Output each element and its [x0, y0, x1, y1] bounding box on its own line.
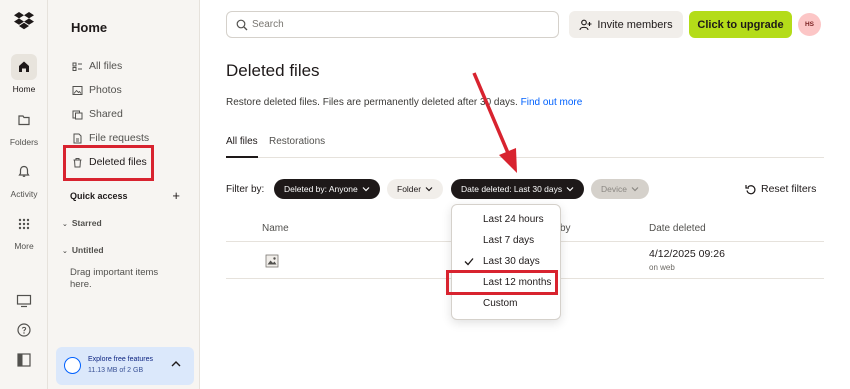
- untitled-label: Untitled: [71, 245, 104, 255]
- sidebar-item-label: Deleted files: [89, 156, 147, 168]
- option-last-30-days[interactable]: Last 30 days: [452, 251, 560, 272]
- shared-icon: [72, 110, 83, 119]
- sidebar: Home All files Photos Shared File reques…: [48, 0, 200, 389]
- invite-members-button[interactable]: Invite members: [569, 11, 683, 38]
- sidebar-item-shared[interactable]: Shared: [72, 108, 123, 120]
- option-last-7-days[interactable]: Last 7 days: [452, 230, 560, 251]
- starred-label: Starred: [71, 218, 102, 228]
- reset-filters-button[interactable]: Reset filters: [745, 183, 816, 195]
- sidebar-item-all-files[interactable]: All files: [72, 60, 122, 72]
- deleted-by-label: Deleted by: Anyone: [284, 184, 358, 194]
- sidebar-item-label: Shared: [89, 108, 123, 120]
- check-icon: [464, 258, 474, 266]
- row-date-source: on web: [649, 263, 675, 272]
- help-icon[interactable]: [16, 322, 32, 338]
- grid-icon: [11, 211, 37, 237]
- sidebar-item-deleted-files[interactable]: Deleted files: [72, 156, 147, 168]
- chevron-down-icon: [631, 187, 639, 192]
- starred-group[interactable]: ⌄ Starred: [62, 218, 102, 228]
- chevron-down-icon: ⌄: [62, 248, 68, 255]
- photos-icon: [72, 85, 83, 95]
- add-person-icon: [579, 19, 592, 30]
- rail-home[interactable]: Home: [0, 54, 48, 94]
- storage-usage: 11.13 MB of 2 GB: [88, 367, 144, 374]
- tab-bar: All files Restorations: [226, 136, 824, 158]
- description-text: Restore deleted files. Files are permane…: [226, 97, 518, 108]
- device-filter-label: Device: [601, 184, 627, 194]
- deleted-by-filter[interactable]: Deleted by: Anyone: [274, 179, 380, 199]
- upgrade-button[interactable]: Click to upgrade: [689, 11, 792, 38]
- tab-all-files[interactable]: All files: [226, 136, 258, 158]
- find-out-more-link[interactable]: Find out more: [521, 97, 583, 108]
- folder-filter-label: Folder: [397, 184, 422, 194]
- chevron-down-icon: [362, 187, 370, 192]
- search-icon: [236, 19, 248, 31]
- sidebar-item-label: Photos: [89, 84, 122, 96]
- quick-access-add-button[interactable]: +: [172, 188, 180, 203]
- option-last-12-months[interactable]: Last 12 months: [452, 272, 560, 293]
- rail-more-label: More: [14, 241, 34, 251]
- quick-access-label: Quick access: [70, 191, 128, 201]
- sidebar-title: Home: [71, 20, 108, 35]
- reset-icon: [745, 184, 756, 194]
- date-deleted-filter[interactable]: Date deleted: Last 30 days: [451, 179, 585, 199]
- date-deleted-dropdown: Last 24 hours Last 7 days Last 30 days L…: [451, 204, 561, 320]
- file-requests-icon: [73, 133, 82, 143]
- app-window: Home Folders Activity More Home All file…: [0, 0, 850, 389]
- column-header-date-deleted[interactable]: Date deleted: [649, 223, 706, 234]
- page-description: Restore deleted files. Files are permane…: [226, 97, 582, 108]
- chevron-down-icon: ⌄: [62, 221, 68, 228]
- rail-home-label: Home: [12, 84, 36, 94]
- chevron-up-icon[interactable]: [170, 359, 182, 369]
- avatar[interactable]: HS: [798, 13, 821, 36]
- row-date-deleted: 4/12/2025 09:26: [649, 248, 725, 260]
- option-custom[interactable]: Custom: [452, 293, 560, 314]
- sidebar-item-file-requests[interactable]: File requests: [72, 132, 149, 144]
- dropbox-logo-icon[interactable]: [13, 12, 35, 31]
- panel-icon[interactable]: [16, 352, 32, 368]
- untitled-group[interactable]: ⌄ Untitled: [62, 245, 104, 255]
- chevron-down-icon: [566, 187, 574, 192]
- rail-activity[interactable]: Activity: [0, 159, 48, 199]
- page-title: Deleted files: [226, 61, 320, 80]
- rail-more[interactable]: More: [0, 211, 48, 251]
- home-icon: [11, 54, 37, 80]
- left-rail: Home Folders Activity More: [0, 0, 48, 389]
- option-last-24-hours[interactable]: Last 24 hours: [452, 209, 560, 230]
- rail-folders[interactable]: Folders: [0, 107, 48, 147]
- device-filter[interactable]: Device: [591, 179, 649, 199]
- sidebar-item-photos[interactable]: Photos: [72, 84, 122, 96]
- folder-filter[interactable]: Folder: [387, 179, 444, 199]
- option-label: Last 30 days: [483, 256, 540, 267]
- desktop-icon[interactable]: [16, 294, 32, 308]
- all-files-icon: [72, 62, 82, 71]
- search-input[interactable]: Search: [226, 11, 559, 38]
- sidebar-item-label: File requests: [89, 132, 150, 144]
- rail-activity-label: Activity: [10, 189, 38, 199]
- rail-folders-label: Folders: [9, 137, 39, 147]
- storage-ring-icon: [64, 357, 81, 374]
- storage-card[interactable]: Explore free features 11.13 MB of 2 GB: [56, 347, 194, 385]
- image-file-icon: [265, 254, 279, 268]
- column-header-deleted-by[interactable]: by: [560, 223, 571, 234]
- invite-label: Invite members: [597, 18, 673, 31]
- date-deleted-label: Date deleted: Last 30 days: [461, 184, 563, 194]
- folder-icon: [11, 107, 37, 133]
- search-placeholder: Search: [252, 19, 284, 30]
- chevron-down-icon: [425, 187, 433, 192]
- sidebar-item-label: All files: [89, 60, 123, 72]
- trash-icon: [73, 157, 82, 167]
- bell-icon: [11, 159, 37, 185]
- quick-access-header: Quick access +: [70, 188, 180, 203]
- column-header-name[interactable]: Name: [262, 223, 289, 234]
- reset-filters-label: Reset filters: [761, 183, 817, 195]
- tab-restorations[interactable]: Restorations: [269, 136, 325, 158]
- drag-hint: Drag important items here.: [70, 267, 159, 290]
- storage-title: Explore free features: [88, 356, 153, 363]
- filter-label: Filter by:: [226, 184, 265, 195]
